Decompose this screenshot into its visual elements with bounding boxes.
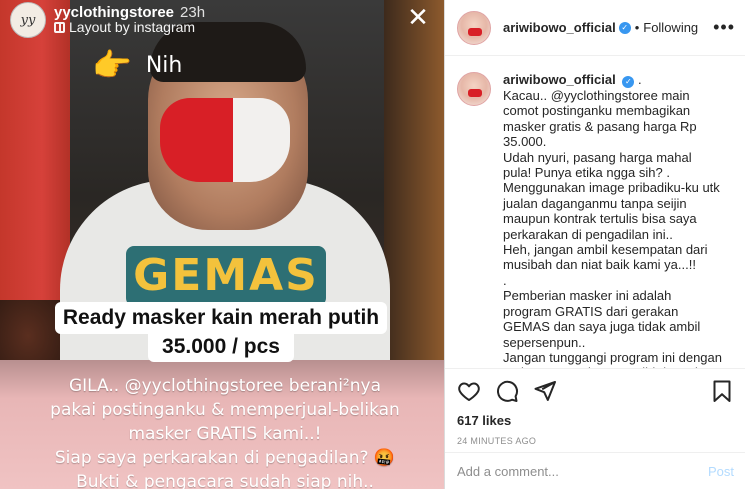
caption-paragraph: Heh, jangan ambil kesempatan dari musiba… — [503, 242, 708, 273]
following-button[interactable]: Following — [643, 20, 698, 35]
pointing-hand-icon: 👉 — [92, 46, 132, 84]
caption-paragraph: Menggunakan image pribadiku-ku utk juala… — [503, 180, 720, 242]
post-image[interactable]: GEMAS yy yyclothingstoree 23h Layout by i… — [0, 0, 444, 489]
story-sticker: 👉 Nih — [92, 46, 182, 84]
story-caption-line: pakai postinganku & memperjual-belikan — [50, 400, 400, 420]
caption-username[interactable]: ariwibowo_official — [503, 72, 616, 87]
caption-text: ariwibowo_official ✓ . Kacau.. @yyclothi… — [503, 72, 723, 368]
header-username[interactable]: ariwibowo_official — [503, 20, 616, 35]
caption-paragraph: Jangan tunggangi program ini dengan cari… — [503, 349, 723, 368]
comment-input[interactable] — [457, 463, 708, 479]
caption-paragraph: Pemberian masker ini adalah program GRAT… — [503, 288, 701, 350]
action-bar: 617 likes 24 MINUTES AGO — [445, 368, 745, 446]
story-caption-line: GILA.. @yyclothingstoree berani²nya — [69, 376, 381, 396]
header-separator: • — [634, 20, 640, 35]
layout-icon — [54, 22, 65, 33]
verified-badge-icon: ✓ — [618, 21, 631, 34]
story-caption-line: masker GRATIS kami..! — [128, 424, 322, 444]
post-comment-button[interactable]: Post — [708, 464, 734, 479]
heart-icon[interactable] — [457, 379, 481, 403]
likes-count[interactable]: 617 likes — [457, 413, 734, 428]
comment-bar: Post — [445, 452, 745, 489]
story-avatar[interactable]: yy — [10, 2, 46, 38]
action-icons — [457, 377, 734, 405]
verified-badge-icon: ✓ — [622, 76, 635, 88]
caption-paragraph: Kacau.. @yyclothingstoree main comot pos… — [503, 88, 697, 150]
story-caption: GILA.. @yyclothingstoree berani²nya paka… — [20, 374, 430, 489]
mask-white-half — [232, 98, 290, 182]
caption-dot: . — [637, 72, 642, 87]
share-icon[interactable] — [533, 379, 557, 403]
sticker-text: Nih — [145, 52, 183, 78]
story-layout-credit: Layout by instagram — [54, 20, 205, 35]
caption-area: ariwibowo_official ✓ . Kacau.. @yyclothi… — [445, 56, 745, 368]
close-icon[interactable]: ✕ — [405, 4, 431, 30]
post-panel: ariwibowo_official ✓ • Following ••• ari… — [444, 0, 745, 489]
caption-paragraph: . — [503, 272, 507, 288]
price-amount: 35.000 / pcs — [148, 332, 294, 362]
more-options-icon[interactable]: ••• — [713, 17, 735, 38]
caption-paragraph: Udah nyuri, pasang harga mahal pula! Pun… — [503, 149, 692, 181]
caption-avatar-wrapper — [457, 72, 491, 368]
price-banner: Ready masker kain merah putih 35.000 / p… — [34, 302, 408, 362]
price-headline: Ready masker kain merah putih — [54, 302, 388, 334]
story-header: yy yyclothingstoree 23h Layout by instagr… — [10, 2, 205, 38]
comment-icon[interactable] — [495, 379, 519, 403]
story-caption-line: Siap saya perkarakan di pengadilan? 🤬 — [54, 448, 396, 468]
mask-red-half — [160, 98, 233, 182]
post-timestamp[interactable]: 24 MINUTES AGO — [457, 436, 734, 446]
red-white-mask — [160, 98, 290, 182]
post-header: ariwibowo_official ✓ • Following ••• — [445, 0, 745, 56]
avatar[interactable] — [457, 10, 491, 45]
bookmark-icon[interactable] — [710, 379, 734, 403]
story-layout-label: Layout by instagram — [69, 19, 196, 35]
shirt-print: GEMAS — [126, 246, 326, 306]
caption-avatar[interactable] — [457, 72, 491, 106]
story-caption-line: Bukti & pengacara sudah siap nih.. — [76, 472, 374, 489]
story-meta: yyclothingstoree 23h Layout by instagram — [54, 5, 205, 35]
